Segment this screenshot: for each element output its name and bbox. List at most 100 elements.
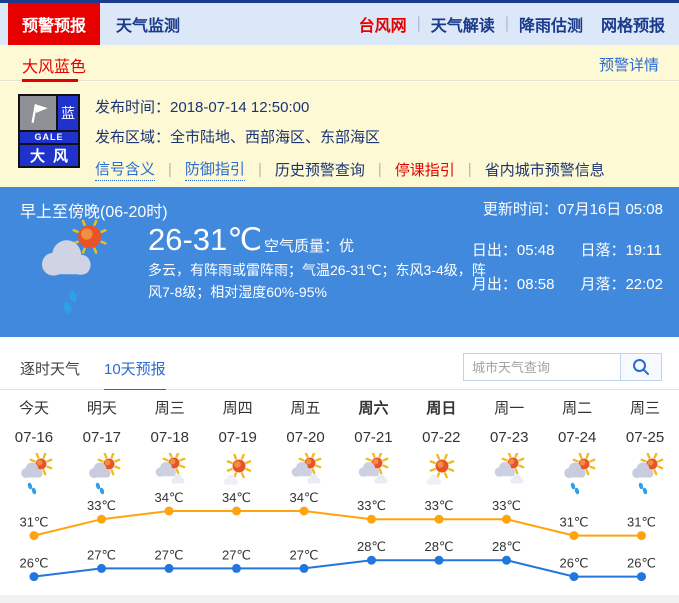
day-column[interactable]: 周四07-19 <box>204 390 272 495</box>
sunrise-row: 日出：05:48 <box>472 239 555 260</box>
warning-title: 大风蓝色 <box>22 53 86 77</box>
day-date: 07-22 <box>422 429 460 446</box>
warning-link[interactable]: 省内城市预警信息 <box>485 159 605 180</box>
nav-link[interactable]: 降雨估测 <box>519 12 583 36</box>
low-temp-dot <box>232 564 241 573</box>
day-name: 周一 <box>494 397 524 418</box>
cloudy-icon <box>146 453 194 495</box>
high-temp-dot <box>232 507 241 516</box>
moonrise-row: 月出：08:58 <box>472 273 555 294</box>
high-temp-label: 33℃ <box>424 498 453 513</box>
day-column[interactable]: 周三 07-25 <box>611 390 679 495</box>
high-temp-label: 33℃ <box>357 498 386 513</box>
tab-weather-monitor[interactable]: 天气监测 <box>116 3 180 45</box>
warning-links-separator: | <box>168 161 172 178</box>
day-date: 07-24 <box>558 429 596 446</box>
high-temp-label: 34℃ <box>289 490 318 505</box>
high-temp-label: 33℃ <box>492 498 521 513</box>
publish-time-row: 发布时间：2018-07-14 12:50:00 <box>95 96 309 117</box>
day-column[interactable]: 周日07-22 <box>407 390 475 495</box>
low-temp-dot <box>165 564 174 573</box>
day-name: 周三 <box>630 397 660 418</box>
publish-area-value: 全市陆地、西部海区、东部海区 <box>170 129 380 146</box>
weather-warning-page: 预警预报 天气监测 台风网|天气解读|降雨估测网格预报 大风蓝色 预警详情 蓝 … <box>0 0 679 603</box>
moonset-row: 月落：22:02 <box>580 273 663 294</box>
low-temp-label: 28℃ <box>492 539 521 554</box>
low-temp-label: 27℃ <box>222 547 251 562</box>
rain-sun-icon <box>621 453 669 495</box>
day-columns: 今天07-16明天07-17周三07-18周四07-19周五07-20周六07-… <box>0 390 679 495</box>
warning-link[interactable]: 防御指引 <box>185 158 245 181</box>
ten-day-forecast: 今天07-16明天07-17周三07-18周四07-19周五07-20周六07-… <box>0 390 679 595</box>
low-temp-label: 27℃ <box>289 547 318 562</box>
cloudy-icon <box>282 453 330 495</box>
sun-moon-times: 日出：05:48 日落：19:11 月出：08:58 月落：22:02 <box>472 239 663 294</box>
high-temp-dot <box>97 515 106 524</box>
high-temp-label: 31℃ <box>19 515 48 530</box>
day-name: 今天 <box>19 397 49 418</box>
day-date: 07-25 <box>626 429 664 446</box>
current-weather-panel: 早上至傍晚(06-20时) 更新时间：07月16日 05:08 26-31℃ 空… <box>0 187 679 337</box>
warning-link[interactable]: 信号含义 <box>95 158 155 181</box>
tab-ten-day-forecast[interactable]: 10天预报 <box>104 358 166 392</box>
day-name: 周三 <box>155 397 185 418</box>
day-column[interactable]: 周三07-18 <box>136 390 204 495</box>
nav-link[interactable]: 网格预报 <box>601 12 665 36</box>
warning-detail-link[interactable]: 预警详情 <box>599 54 659 75</box>
high-temp-dot <box>30 531 39 540</box>
day-column[interactable]: 周六07-21 <box>340 390 408 495</box>
low-temp-dot <box>570 572 579 581</box>
sunny-icon <box>417 453 465 495</box>
warning-links-row: 信号含义|防御指引|历史预警查询|停课指引|省内城市预警信息 <box>95 158 605 181</box>
high-temp-dot <box>570 531 579 540</box>
city-weather-search-input[interactable] <box>463 353 621 381</box>
day-column[interactable]: 周二 07-24 <box>543 390 611 495</box>
warning-link[interactable]: 停课指引 <box>395 159 455 180</box>
update-time-label: 更新时间： <box>483 201 558 218</box>
day-column[interactable]: 今天07-16 <box>0 390 68 495</box>
tab-warning-forecast[interactable]: 预警预报 <box>8 3 100 45</box>
low-temp-label: 27℃ <box>87 547 116 562</box>
search-button[interactable] <box>620 353 662 381</box>
low-temp-label: 26℃ <box>19 556 48 571</box>
publish-time-value: 2018-07-14 12:50:00 <box>170 99 309 116</box>
tab-hourly-weather[interactable]: 逐时天气 <box>20 358 80 379</box>
day-date: 07-23 <box>490 429 528 446</box>
high-temp-dot <box>502 515 511 524</box>
day-column[interactable]: 周一 07-23 <box>475 390 543 495</box>
low-temp-label: 28℃ <box>357 539 386 554</box>
air-quality-row: 空气质量：优 <box>264 235 354 256</box>
update-time-row: 更新时间：07月16日 05:08 <box>483 198 663 219</box>
nav-link[interactable]: 台风网 <box>359 12 407 36</box>
day-column[interactable]: 明天07-17 <box>68 390 136 495</box>
rain-sun-icon <box>553 453 601 495</box>
publish-area-row: 发布区域：全市陆地、西部海区、东部海区 <box>95 126 380 147</box>
high-temp-label: 34℃ <box>222 490 251 505</box>
air-quality-label: 空气质量： <box>264 238 339 255</box>
low-temp-label: 26℃ <box>559 556 588 571</box>
low-temp-dot <box>367 556 376 565</box>
low-temp-dot <box>637 572 646 581</box>
low-temp-dot <box>435 556 444 565</box>
warning-link[interactable]: 历史预警查询 <box>275 159 365 180</box>
air-quality-value: 优 <box>339 238 354 255</box>
warning-level-badge: 蓝 <box>58 96 78 130</box>
warning-box: 蓝 GALE 大风 发布时间：2018-07-14 12:50:00 发布区域：… <box>0 82 679 187</box>
gale-flag-icon <box>20 96 56 130</box>
day-date: 07-17 <box>83 429 121 446</box>
low-temp-label: 26℃ <box>627 556 656 571</box>
high-temp-label: 31℃ <box>627 515 656 530</box>
warning-type-label: 大风 <box>20 145 78 166</box>
warning-icon-top-row: 蓝 <box>20 96 78 130</box>
low-temp-dot <box>502 556 511 565</box>
high-temp-dot <box>165 507 174 516</box>
low-temp-label: 28℃ <box>424 539 453 554</box>
day-name: 周五 <box>291 397 321 418</box>
day-name: 周二 <box>562 397 592 418</box>
day-column[interactable]: 周五07-20 <box>272 390 340 495</box>
low-temp-label: 27℃ <box>154 547 183 562</box>
high-temp-dot <box>300 507 309 516</box>
nav-link[interactable]: 天气解读 <box>431 12 495 36</box>
cloudy-icon <box>485 453 533 495</box>
footer-strip <box>0 595 679 603</box>
